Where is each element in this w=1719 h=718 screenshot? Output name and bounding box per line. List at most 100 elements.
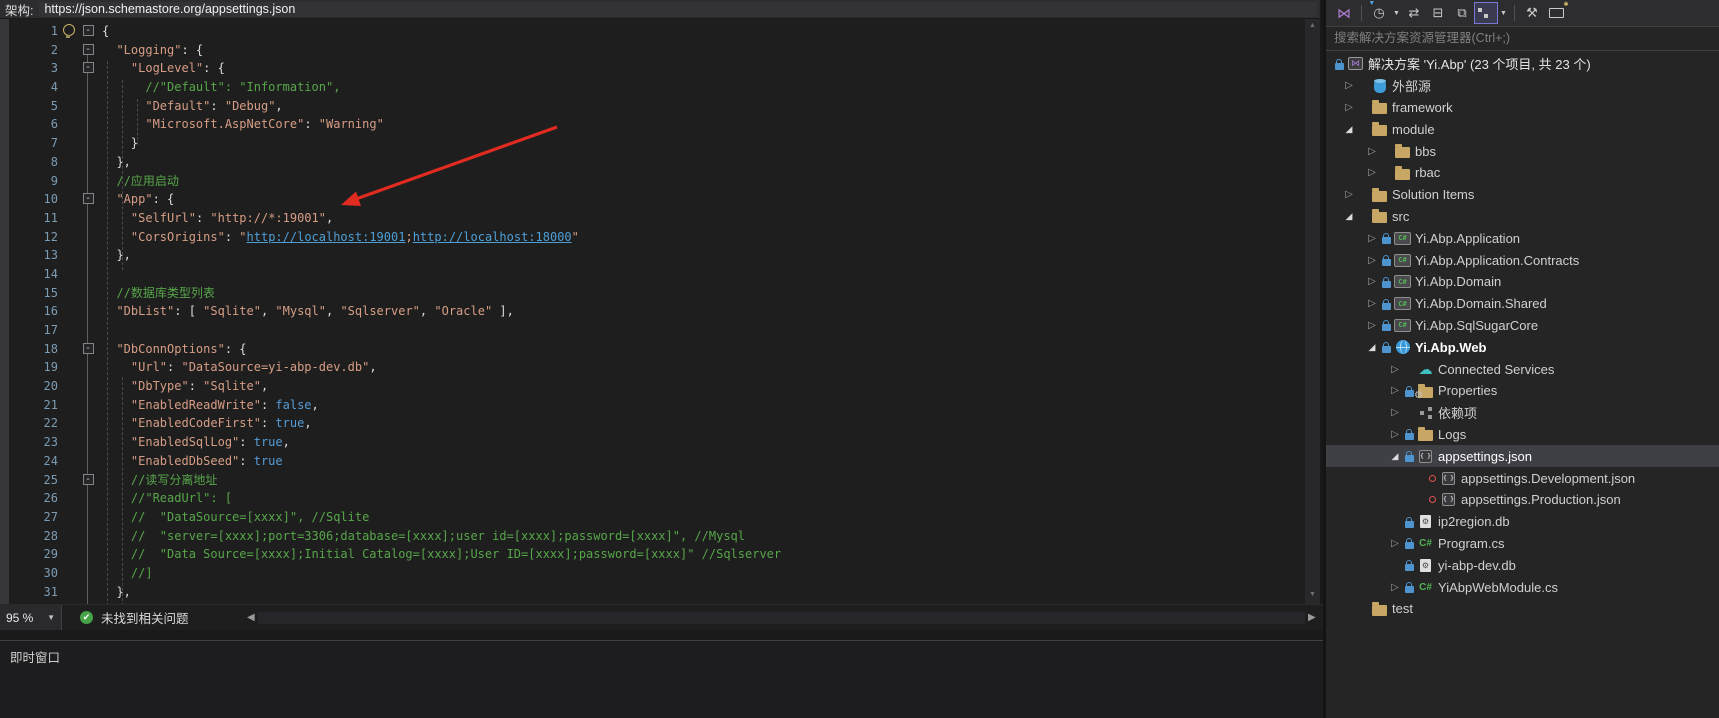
properties-button[interactable]: ⚒ — [1520, 2, 1544, 24]
collapsed-arrow-icon[interactable]: ▷ — [1341, 189, 1357, 200]
bulb-slot — [58, 153, 80, 172]
tree-item-dependencies[interactable]: ▷依赖项 — [1326, 402, 1719, 424]
zoom-level-combobox[interactable]: 95 % ▼ — [0, 605, 62, 630]
line-number: 30 — [9, 564, 58, 583]
folder-icon — [1370, 209, 1389, 223]
fold-collapse-marker[interactable]: - — [83, 25, 94, 36]
bulb-slot — [58, 321, 80, 340]
tree-item-program-cs[interactable]: ▷C#Program.cs — [1326, 533, 1719, 555]
schema-label: 架构: — [0, 0, 39, 19]
bulb-slot — [58, 284, 80, 303]
url-link[interactable]: http://localhost:19001 — [247, 230, 406, 244]
collapsed-arrow-icon[interactable]: ▷ — [1387, 538, 1403, 549]
tree-item-properties-folder[interactable]: ▷⚙Properties — [1326, 380, 1719, 402]
collapsed-arrow-icon[interactable]: ▷ — [1364, 146, 1380, 157]
scroll-left-arrow-icon[interactable]: ◀ — [247, 612, 255, 623]
fold-collapse-marker[interactable]: - — [83, 193, 94, 204]
expanded-arrow-glyph: ◢ — [1346, 124, 1353, 135]
fold-collapse-marker[interactable]: - — [83, 62, 94, 73]
collapse-all-button[interactable]: ⊟ — [1426, 2, 1450, 24]
collapsed-arrow-icon[interactable]: ▷ — [1387, 385, 1403, 396]
panel-divider[interactable] — [0, 630, 1323, 640]
csharp-project-icon: C# — [1393, 319, 1412, 332]
sync-selection-button[interactable] — [1474, 2, 1498, 24]
code-text: "DbList": [ "Sqlite", "Mysql", "Sqlserve… — [102, 302, 514, 321]
editor-vertical-scrollbar[interactable]: ▲ ▼ — [1305, 19, 1320, 604]
collapsed-arrow-glyph: ▷ — [1345, 102, 1353, 113]
tree-item-solution-yi-abp[interactable]: ⋈解决方案 'Yi.Abp' (23 个项目, 共 23 个) — [1326, 53, 1719, 75]
expanded-arrow-icon[interactable]: ◢ — [1364, 342, 1380, 353]
tree-item-yi-abp-dev-db[interactable]: ⚙yi-abp-dev.db — [1326, 554, 1719, 576]
document-health-indicator[interactable]: ✔ 未找到相关问题 — [80, 608, 189, 627]
collapsed-arrow-icon[interactable]: ▷ — [1387, 407, 1403, 418]
tree-item-bbs-folder[interactable]: ▷bbs — [1326, 140, 1719, 162]
fold-collapse-marker[interactable]: - — [83, 343, 94, 354]
pending-changes-filter-button[interactable]: ◷▼ — [1367, 2, 1391, 24]
folder-icon — [1416, 427, 1435, 441]
expanded-arrow-icon[interactable]: ◢ — [1387, 451, 1403, 462]
collapsed-arrow-icon[interactable]: ▷ — [1341, 80, 1357, 91]
solution-explorer-search-input[interactable]: 搜索解决方案资源管理器(Ctrl+;) — [1326, 26, 1719, 51]
zoom-level-value: 95 % — [0, 611, 47, 625]
tree-item-project-yi-abp-web[interactable]: ◢Yi.Abp.Web — [1326, 336, 1719, 358]
horizontal-scrollbar-track[interactable] — [258, 612, 1305, 624]
preview-selected-items-button[interactable] — [1544, 2, 1568, 24]
expanded-arrow-icon[interactable]: ◢ — [1341, 124, 1357, 135]
tree-item-appsettings-json[interactable]: ◢{ }appsettings.json — [1326, 445, 1719, 467]
scroll-down-arrow-icon[interactable]: ▼ — [1305, 591, 1320, 598]
lock-glyph — [1335, 63, 1344, 70]
fold-collapse-marker[interactable]: - — [83, 474, 94, 485]
tree-item-label: Yi.Abp.Application.Contracts — [1415, 253, 1579, 268]
scroll-up-arrow-icon[interactable]: ▲ — [1305, 22, 1320, 29]
tree-item-project-yi-abp-application[interactable]: ▷C#Yi.Abp.Application — [1326, 227, 1719, 249]
code-line: 17 — [0, 321, 1304, 340]
show-all-files-button[interactable]: ⧉ — [1450, 2, 1474, 24]
collapsed-arrow-icon[interactable]: ▷ — [1341, 102, 1357, 113]
collapsed-arrow-icon[interactable]: ▷ — [1364, 276, 1380, 287]
tree-item-project-yi-abp-domain-shared[interactable]: ▷C#Yi.Abp.Domain.Shared — [1326, 293, 1719, 315]
quick-actions-lightbulb-icon[interactable] — [63, 24, 75, 36]
tree-item-test-folder[interactable]: test — [1326, 598, 1719, 620]
tree-item-project-yi-abp-sqlsugarcore[interactable]: ▷C#Yi.Abp.SqlSugarCore — [1326, 315, 1719, 337]
schema-url-combobox[interactable]: https://json.schemastore.org/appsettings… — [39, 2, 1317, 17]
pending-changes-filter-dropdown-arrow[interactable]: ▼ — [1391, 10, 1402, 17]
expanded-arrow-icon[interactable]: ◢ — [1341, 211, 1357, 222]
collapsed-arrow-icon[interactable]: ▷ — [1387, 582, 1403, 593]
pending-change-dot-icon — [1426, 496, 1439, 503]
tree-item-yiabpwebmodule-cs[interactable]: ▷C#YiAbpWebModule.cs — [1326, 576, 1719, 598]
sync-selection-dropdown-arrow[interactable]: ▼ — [1498, 10, 1509, 17]
code-editor[interactable]: 1-{2- "Logging": {3- "LogLevel": {4 //"D… — [0, 19, 1320, 604]
url-link[interactable]: http://localhost:18000 — [413, 230, 572, 244]
tree-item-solution-items-folder[interactable]: ▷Solution Items — [1326, 184, 1719, 206]
tree-item-logs-folder[interactable]: ▷Logs — [1326, 424, 1719, 446]
scroll-right-arrow-icon[interactable]: ▶ — [1308, 612, 1316, 623]
code-line: 21 "EnabledReadWrite": false, — [0, 396, 1304, 415]
collapsed-arrow-icon[interactable]: ▷ — [1387, 364, 1403, 375]
sync-with-active-document-button[interactable]: ⋈ — [1332, 2, 1356, 24]
collapsed-arrow-icon[interactable]: ▷ — [1364, 320, 1380, 331]
line-number: 8 — [9, 153, 58, 172]
tree-item-connected-services[interactable]: ▷☁Connected Services — [1326, 358, 1719, 380]
lock-glyph — [1405, 455, 1414, 462]
tree-item-src-folder[interactable]: ◢src — [1326, 206, 1719, 228]
immediate-window[interactable]: 即时窗口 — [0, 640, 1323, 718]
fold-collapse-marker[interactable]: - — [83, 44, 94, 55]
switch-views-button[interactable]: ⇄ — [1402, 2, 1426, 24]
collapsed-arrow-icon[interactable]: ▷ — [1364, 167, 1380, 178]
tree-item-project-yi-abp-application-contracts[interactable]: ▷C#Yi.Abp.Application.Contracts — [1326, 249, 1719, 271]
tree-item-rbac-folder[interactable]: ▷rbac — [1326, 162, 1719, 184]
tree-item-project-yi-abp-domain[interactable]: ▷C#Yi.Abp.Domain — [1326, 271, 1719, 293]
fold-slot — [80, 209, 96, 228]
tree-item-appsettings-development-json[interactable]: { }appsettings.Development.json — [1326, 467, 1719, 489]
tree-item-appsettings-production-json[interactable]: { }appsettings.Production.json — [1326, 489, 1719, 511]
bulb-slot — [58, 340, 80, 359]
collapsed-arrow-icon[interactable]: ▷ — [1364, 298, 1380, 309]
tree-item-external-sources[interactable]: ▷外部源 — [1326, 75, 1719, 97]
collapsed-arrow-icon[interactable]: ▷ — [1364, 233, 1380, 244]
tree-item-ip2region-db[interactable]: ⚙ip2region.db — [1326, 511, 1719, 533]
collapsed-arrow-icon[interactable]: ▷ — [1364, 255, 1380, 266]
collapsed-arrow-icon[interactable]: ▷ — [1387, 429, 1403, 440]
tree-item-module-folder[interactable]: ◢module — [1326, 118, 1719, 140]
tree-item-framework-folder[interactable]: ▷framework — [1326, 97, 1719, 119]
lock-glyph — [1405, 521, 1414, 528]
